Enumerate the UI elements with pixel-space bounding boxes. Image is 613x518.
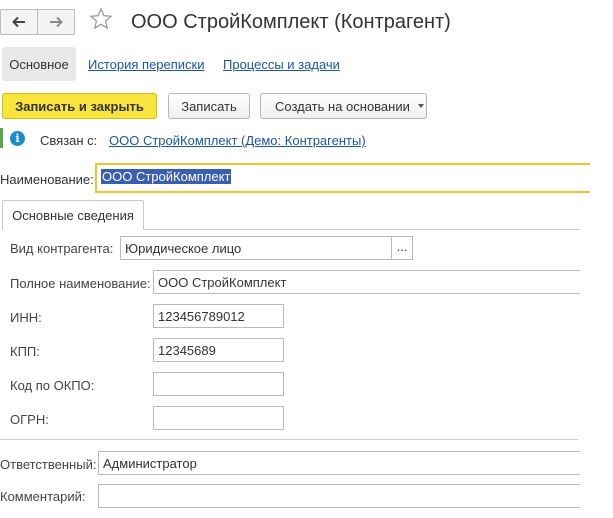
arrow-left-icon xyxy=(12,16,25,28)
comment-field[interactable] xyxy=(98,484,580,508)
tab-processes-tasks[interactable]: Процессы и задачи xyxy=(223,57,340,72)
ogrn-field[interactable] xyxy=(153,406,284,430)
favorite-button[interactable] xyxy=(89,7,113,33)
kpp-label: КПП: xyxy=(10,344,40,359)
kind-select-button[interactable]: ... xyxy=(391,236,413,260)
kind-field[interactable]: Юридическое лицо xyxy=(120,236,392,260)
okpo-label: Код по ОКПО: xyxy=(10,378,95,393)
inn-label: ИНН: xyxy=(10,310,42,325)
linked-counterparty-link[interactable]: ООО СтройКомплект (Демо: Контрагенты) xyxy=(109,133,366,148)
comment-label: Комментарий: xyxy=(0,489,86,504)
navigation-buttons xyxy=(0,9,75,35)
create-based-on-button[interactable]: Создать на основании xyxy=(260,93,427,119)
name-input[interactable]: ООО СтройКомплект xyxy=(95,163,590,193)
responsible-label: Ответственный: xyxy=(0,457,97,472)
responsible-field[interactable]: Администратор xyxy=(98,451,580,475)
kind-label: Вид контрагента: xyxy=(10,241,114,256)
page-title: ООО СтройКомплект (Контрагент) xyxy=(131,11,451,33)
inn-field[interactable]: 123456789012 xyxy=(153,304,284,328)
name-label: Наименование: xyxy=(0,172,94,187)
star-outline-icon xyxy=(89,7,113,30)
arrow-right-icon xyxy=(50,16,63,28)
okpo-field[interactable] xyxy=(153,372,284,396)
tab-correspondence-history[interactable]: История переписки xyxy=(88,57,205,72)
save-button[interactable]: Записать xyxy=(168,93,250,119)
tab-main[interactable]: Основное xyxy=(2,47,76,81)
full-name-field[interactable]: ООО СтройКомплект xyxy=(153,270,580,294)
name-value: ООО СтройКомплект xyxy=(101,169,232,184)
forward-button[interactable] xyxy=(37,10,74,34)
tab-basic-info[interactable]: Основные сведения xyxy=(2,200,144,230)
section-divider xyxy=(0,439,578,440)
ogrn-label: ОГРН: xyxy=(10,412,49,427)
linked-marker xyxy=(0,128,3,148)
linked-label: Связан с: xyxy=(40,133,98,148)
save-and-close-button[interactable]: Записать и закрыть xyxy=(2,93,157,119)
info-icon: i xyxy=(10,131,25,146)
kpp-field[interactable]: 12345689 xyxy=(153,338,284,362)
create-based-on-label: Создать на основании xyxy=(275,98,410,114)
full-name-label: Полное наименование: xyxy=(10,276,151,291)
back-button[interactable] xyxy=(1,10,37,34)
chevron-down-icon xyxy=(417,104,424,108)
